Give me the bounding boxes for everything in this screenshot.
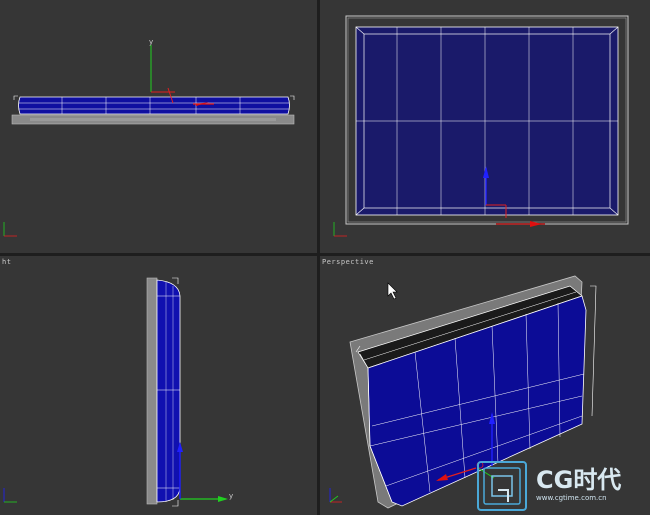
viewport-divider-horizontal[interactable] <box>0 253 650 256</box>
viewport-divider-vertical[interactable] <box>317 0 320 515</box>
axis-label-y: y <box>229 492 233 500</box>
viewport-right[interactable]: ht y <box>0 256 317 515</box>
right-view-canvas: y <box>3 277 233 507</box>
front-view-canvas: y <box>3 38 295 237</box>
watermark-url: www.cgtime.com.cn <box>536 494 607 502</box>
viewport-top[interactable] <box>320 0 650 253</box>
top-view-canvas <box>333 15 629 237</box>
viewport-perspective[interactable]: Perspective CG时代 www.cgtime.com.cn <box>320 256 650 515</box>
watermark-logo <box>477 461 527 511</box>
frame-side <box>146 277 158 505</box>
perspective-view-canvas: CG时代 www.cgtime.com.cn <box>329 275 621 511</box>
cursor-icon <box>387 282 398 300</box>
panel-mesh <box>156 279 181 503</box>
watermark-brand: CG时代 <box>536 466 621 494</box>
viewport-front[interactable]: y <box>0 0 317 253</box>
panel-mesh <box>18 96 290 115</box>
axis-label-y: y <box>149 38 153 46</box>
